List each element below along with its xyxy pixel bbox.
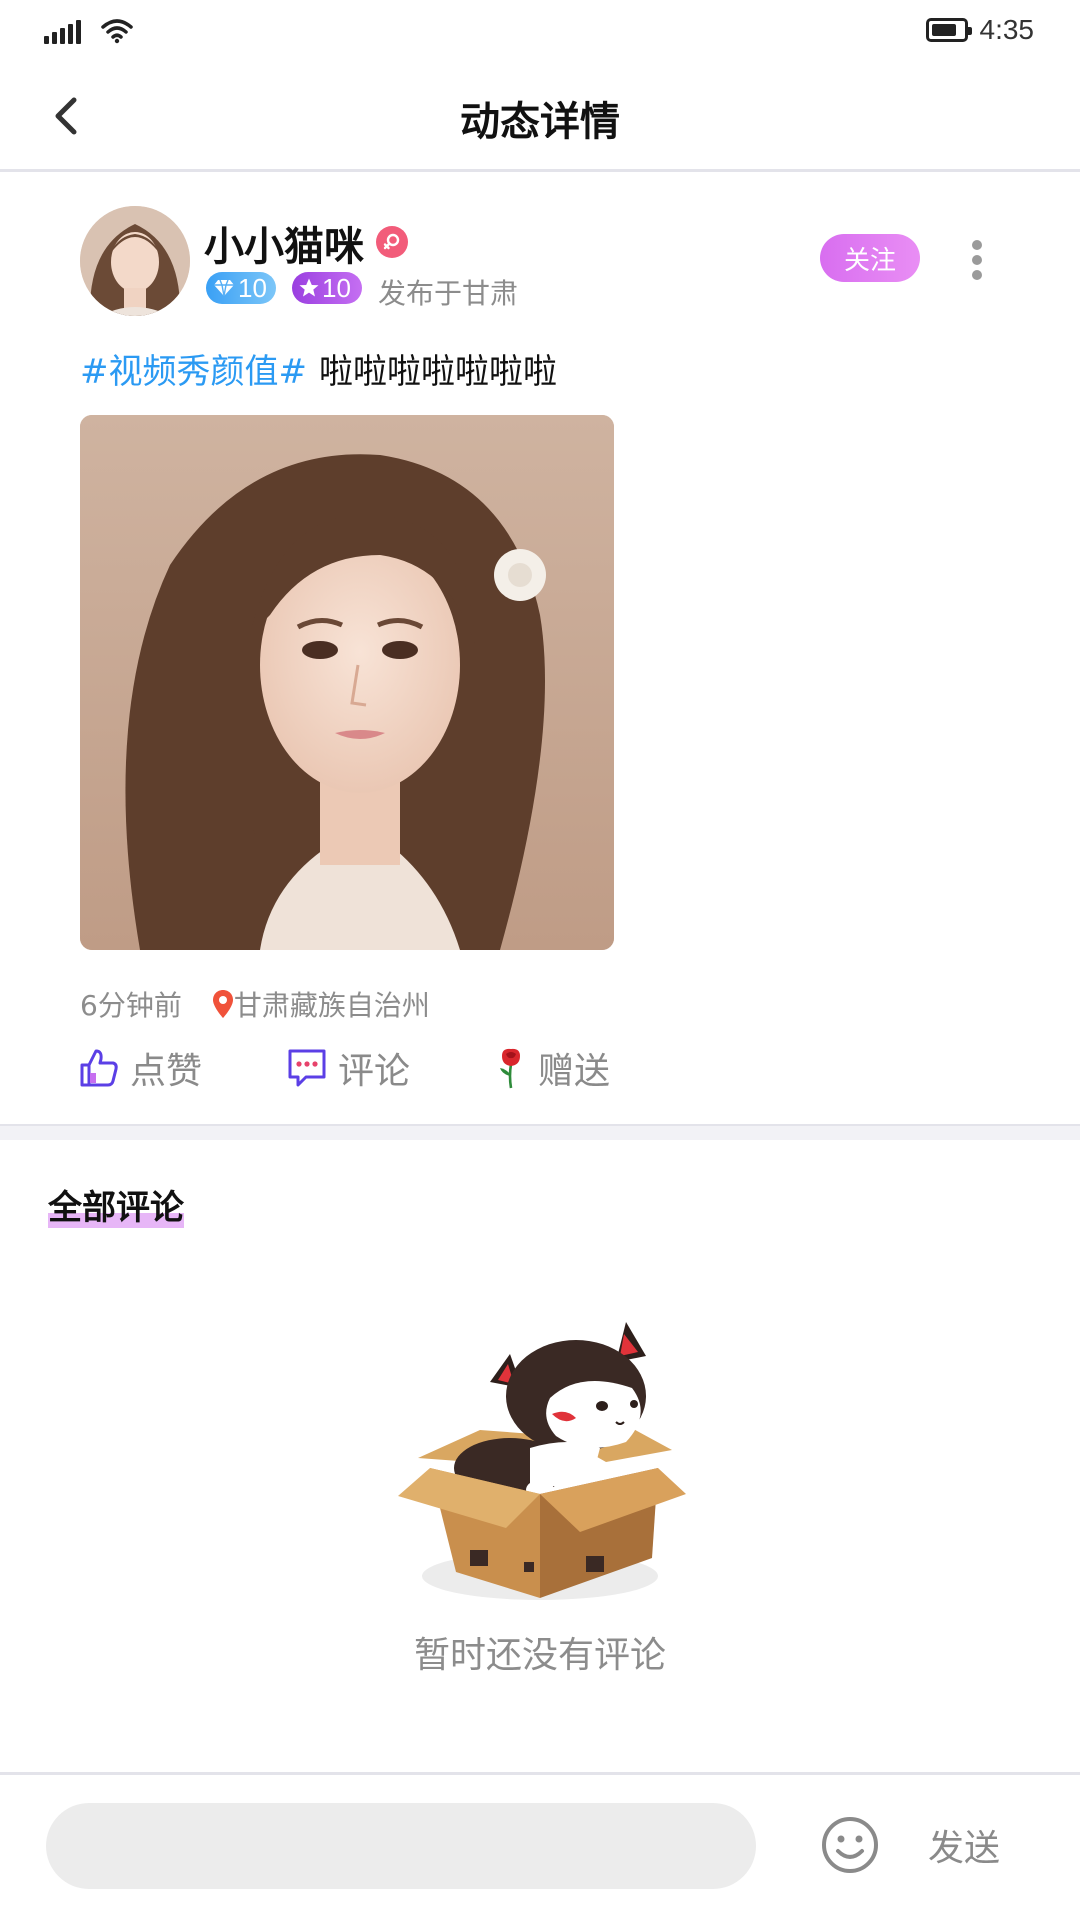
nav-bar: 动态详情	[0, 62, 1080, 172]
diamond-level-value: 10	[238, 272, 267, 303]
empty-comments-text: 暂时还没有评论	[413, 1635, 666, 1676]
location-pin-icon	[212, 990, 233, 1018]
comment-input-bar: 发送	[0, 1772, 1080, 1920]
diamond-level-badge: 10	[206, 272, 276, 304]
smiley-icon	[822, 1817, 878, 1873]
signal-icon	[44, 20, 81, 44]
published-location: 发布于甘肃	[378, 277, 519, 310]
comment-bubble-icon	[288, 1049, 326, 1087]
empty-comments-illustration	[390, 1318, 690, 1602]
like-button[interactable]: 点赞	[78, 1042, 202, 1094]
portrait-photo	[80, 415, 614, 950]
post-text: #视频秀颜值# 啦啦啦啦啦啦啦	[80, 344, 557, 393]
page-title: 动态详情	[460, 99, 620, 145]
comments-title: 全部评论	[48, 1188, 184, 1228]
cat-in-box-icon	[398, 1322, 686, 1600]
wifi-icon	[101, 19, 133, 44]
post-meta: 6分钟前 甘肃藏族自治州	[80, 984, 430, 1024]
hashtag-link[interactable]: #视频秀颜值#	[80, 352, 307, 392]
gift-label: 赠送	[538, 1051, 611, 1092]
post-location-text: 甘肃藏族自治州	[233, 989, 430, 1022]
post-image[interactable]	[80, 415, 614, 950]
follow-button[interactable]: 关注	[820, 234, 920, 282]
female-icon	[376, 226, 408, 258]
comment-label: 评论	[338, 1051, 411, 1092]
status-left	[44, 18, 133, 44]
avatar[interactable]	[80, 206, 190, 316]
avatar-image	[80, 206, 190, 316]
status-bar: 4:35	[0, 0, 1080, 62]
post-time: 6分钟前	[80, 989, 182, 1022]
status-right: 4:35	[925, 14, 1035, 46]
comment-button[interactable]: 评论	[286, 1042, 410, 1094]
username[interactable]: 小小猫咪	[204, 214, 364, 272]
comment-input[interactable]	[46, 1803, 756, 1889]
diamond-icon	[214, 279, 234, 297]
send-button[interactable]: 发送	[928, 1819, 1000, 1871]
battery-icon	[925, 18, 972, 42]
more-dot-icon	[972, 255, 982, 265]
section-divider	[0, 1124, 1080, 1140]
emoji-button[interactable]	[820, 1815, 880, 1875]
post-location[interactable]: 甘肃藏族自治州	[212, 984, 430, 1024]
like-label: 点赞	[130, 1051, 203, 1092]
post-body: 啦啦啦啦啦啦啦	[318, 352, 557, 392]
more-options-button[interactable]	[962, 236, 992, 284]
more-dot-icon	[972, 270, 982, 280]
gift-button[interactable]: 赠送	[494, 1042, 610, 1094]
status-time: 4:35	[979, 14, 1035, 45]
rose-icon	[500, 1048, 520, 1089]
star-level-badge: 10	[292, 272, 362, 304]
more-dot-icon	[972, 240, 982, 250]
star-level-value: 10	[322, 272, 351, 303]
star-icon	[299, 278, 319, 297]
thumbs-up-icon	[80, 1049, 118, 1087]
